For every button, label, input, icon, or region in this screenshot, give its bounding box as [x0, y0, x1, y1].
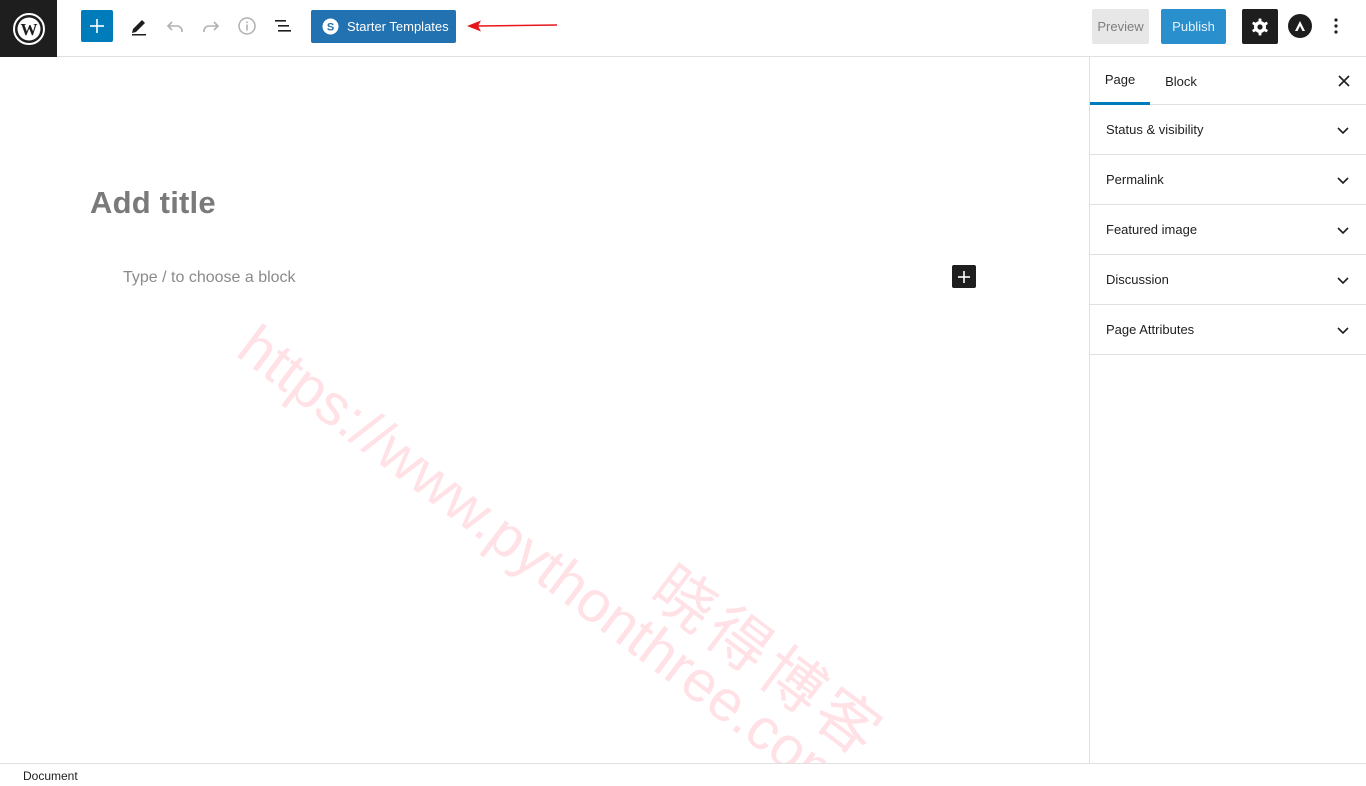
settings-sidebar: Page Block Status & visibility Permalink… — [1089, 57, 1366, 763]
undo-button[interactable] — [161, 12, 189, 40]
panel-discussion[interactable]: Discussion — [1090, 255, 1366, 305]
tab-block[interactable]: Block — [1150, 57, 1212, 105]
redo-icon — [203, 21, 220, 32]
astra-logo-icon — [1295, 21, 1305, 31]
close-icon — [1338, 75, 1350, 87]
sidebar-tabs: Page Block — [1090, 57, 1366, 105]
panel-label: Page Attributes — [1106, 322, 1195, 337]
panel-label: Featured image — [1106, 222, 1198, 237]
plus-icon — [90, 19, 104, 33]
panel-page-attributes[interactable]: Page Attributes — [1090, 305, 1366, 355]
settings-button[interactable] — [1242, 9, 1278, 44]
pencil-icon — [132, 20, 146, 36]
publish-label: Publish — [1172, 19, 1215, 34]
preview-label: Preview — [1097, 19, 1144, 34]
astra-settings-button[interactable] — [1288, 14, 1312, 38]
starter-templates-label: Starter Templates — [347, 19, 449, 34]
block-inserter-button[interactable] — [952, 265, 976, 288]
panel-featured-image[interactable]: Featured image — [1090, 205, 1366, 255]
svg-text:W: W — [20, 20, 37, 39]
starter-templates-icon: S — [322, 18, 339, 35]
plus-icon — [958, 270, 970, 283]
gear-icon — [1252, 18, 1268, 35]
tab-page[interactable]: Page — [1090, 57, 1150, 105]
block-breadcrumb-bar: Document — [0, 763, 1366, 786]
info-icon — [238, 17, 256, 35]
chevron-down-icon — [1337, 327, 1349, 335]
breadcrumb-document[interactable]: Document — [23, 769, 78, 783]
editor-toolbar: W S Starter Templates Preview Publish — [0, 0, 1366, 57]
more-options-button[interactable] — [1326, 14, 1346, 38]
red-arrow-icon — [467, 20, 558, 32]
chevron-down-icon — [1337, 177, 1349, 185]
list-view-icon — [275, 20, 291, 32]
preview-button[interactable]: Preview — [1092, 9, 1149, 44]
chevron-down-icon — [1337, 227, 1349, 235]
undo-icon — [166, 21, 183, 32]
publish-button[interactable]: Publish — [1161, 9, 1226, 44]
wordpress-logo-button[interactable]: W — [0, 0, 57, 57]
starter-templates-button[interactable]: S Starter Templates — [311, 10, 456, 43]
post-title-input[interactable]: Add title — [90, 185, 216, 221]
panel-label: Discussion — [1106, 272, 1169, 287]
panel-label: Permalink — [1106, 172, 1164, 187]
editor-canvas: Add title Type / to choose a block — [0, 57, 1089, 763]
wordpress-logo-icon: W — [12, 12, 45, 45]
panel-status-visibility[interactable]: Status & visibility — [1090, 105, 1366, 155]
tools-button[interactable] — [125, 12, 153, 40]
chevron-down-icon — [1337, 127, 1349, 135]
details-button[interactable] — [233, 12, 261, 40]
panel-label: Status & visibility — [1106, 122, 1204, 137]
list-view-button[interactable] — [269, 12, 297, 40]
panel-permalink[interactable]: Permalink — [1090, 155, 1366, 205]
vertical-dots-icon — [1334, 18, 1338, 34]
block-appender[interactable]: Type / to choose a block — [123, 269, 296, 287]
add-block-button[interactable] — [81, 10, 113, 42]
svg-text:S: S — [327, 22, 334, 34]
redo-button[interactable] — [197, 12, 225, 40]
chevron-down-icon — [1337, 277, 1349, 285]
close-sidebar-button[interactable] — [1334, 71, 1354, 91]
